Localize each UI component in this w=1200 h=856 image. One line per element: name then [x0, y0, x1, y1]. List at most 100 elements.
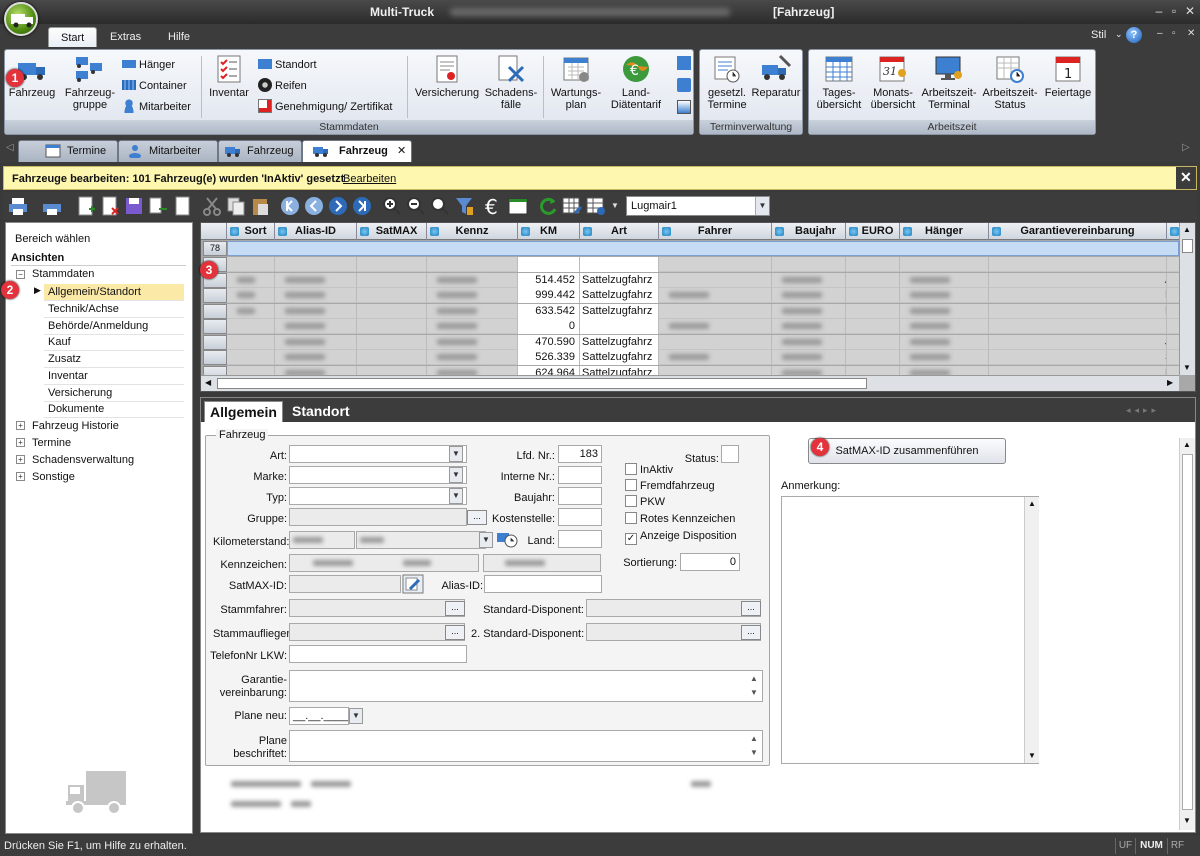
filter-combobox[interactable]: Lugmair1 ▼	[626, 196, 770, 216]
kennzeichen-field[interactable]	[289, 554, 479, 572]
plane-beschriftet-textarea[interactable]	[289, 730, 763, 762]
scroll-down-icon[interactable]: ▼	[1028, 751, 1036, 760]
stammfahrer-field[interactable]	[289, 599, 465, 617]
table-row[interactable]: 470.590Sattelzugfahrz J.	[227, 334, 1179, 350]
row-selector[interactable]	[203, 319, 227, 334]
fahrzeuggruppe-button[interactable]: Fahrzeug- gruppe	[59, 53, 121, 111]
checkbox-box[interactable]	[625, 463, 637, 475]
col-more[interactable]	[1167, 223, 1179, 240]
app-logo-icon[interactable]	[4, 2, 38, 36]
nav-item-kauf[interactable]: Kauf	[44, 334, 184, 351]
search-icon[interactable]	[429, 195, 451, 217]
expand-icon[interactable]: +	[16, 421, 25, 430]
print-icon[interactable]	[7, 195, 29, 217]
col-km[interactable]: KM	[518, 223, 580, 240]
scroll-up-icon[interactable]: ▲	[1028, 499, 1036, 508]
nav-item-dokumente[interactable]: Dokumente	[44, 401, 184, 418]
copy-record-icon[interactable]	[147, 195, 169, 217]
print-preview-icon[interactable]	[41, 195, 63, 217]
scroll-thumb[interactable]	[217, 378, 867, 389]
scroll-thumb[interactable]	[1182, 454, 1193, 810]
euro-icon[interactable]: €	[483, 195, 505, 217]
mitarbeiter-button[interactable]: Mitarbeiter	[122, 98, 191, 116]
versicherung-button[interactable]: Versicherung	[411, 53, 483, 99]
col-euro[interactable]: EURO	[846, 223, 900, 240]
ribbon-tab-start[interactable]: Start	[48, 27, 98, 48]
minimize-button[interactable]: –	[1152, 4, 1166, 18]
checkbox-inaktiv[interactable]: InAktiv	[625, 463, 673, 479]
expand-icon[interactable]: +	[16, 472, 25, 481]
checkbox-box[interactable]	[625, 512, 637, 524]
table-row[interactable]: 0	[227, 319, 1179, 334]
table-row[interactable]: 999.442Sattelzugfahrz R.	[227, 288, 1179, 303]
help-icon[interactable]: ?	[1126, 27, 1142, 43]
monatsuebersicht-button[interactable]: 31 Monats- übersicht	[867, 53, 919, 111]
style-menu[interactable]: Stil	[1091, 29, 1106, 41]
tree-schadensverwaltung[interactable]: Schadensverwaltung	[32, 452, 207, 468]
tree-termine[interactable]: Termine	[32, 435, 207, 451]
textarea-scroll-icon[interactable]: ▲ ▼	[750, 672, 758, 700]
standard-disponent-2-field[interactable]	[586, 623, 761, 641]
small-phone-icon[interactable]	[677, 78, 691, 92]
col-haenger[interactable]: Hänger	[900, 223, 989, 240]
ribbon-restore-icon[interactable]: ▫	[1172, 28, 1176, 39]
scroll-right-icon[interactable]: ▶	[1167, 378, 1173, 387]
grid-filter-row[interactable]	[227, 241, 1179, 256]
standard-disponent-browse-button[interactable]: ...	[741, 601, 761, 616]
genehmigung-button[interactable]: Genehmigung/ Zertifikat	[258, 98, 392, 116]
diaetentarif-button[interactable]: € Land- Diätentarif	[607, 53, 665, 111]
next-record-icon[interactable]	[327, 195, 349, 217]
art-select[interactable]	[289, 445, 467, 463]
marke-select[interactable]	[289, 466, 467, 484]
nav-item-inventar[interactable]: Inventar	[44, 368, 184, 385]
schadensfaelle-button[interactable]: Schadens- fälle	[483, 53, 539, 111]
row-selector[interactable]	[203, 288, 227, 303]
tab-scroll-right-icon[interactable]: ▷	[1182, 142, 1190, 153]
col-fahrer[interactable]: Fahrer	[659, 223, 772, 240]
paste-icon[interactable]	[249, 195, 271, 217]
checkbox-fremdfahrzeug[interactable]: Fremdfahrzeug	[625, 479, 715, 495]
standard-disponent-field[interactable]	[586, 599, 761, 617]
scroll-thumb[interactable]	[1182, 239, 1193, 253]
standard-disponent-2-browse-button[interactable]: ...	[741, 625, 761, 640]
col-satmax[interactable]: SatMAX	[357, 223, 427, 240]
stammauflieger-field[interactable]	[289, 623, 465, 641]
notification-edit-link[interactable]: Bearbeiten	[343, 173, 396, 185]
close-button[interactable]: ✕	[1183, 4, 1197, 18]
scroll-left-icon[interactable]: ◀	[205, 378, 211, 387]
refresh-icon[interactable]	[537, 195, 559, 217]
expand-icon[interactable]: +	[16, 455, 25, 464]
col-sort[interactable]: Sort	[227, 223, 275, 240]
checkbox-anzeige-disposition[interactable]: ✓ Anzeige Disposition	[625, 529, 737, 545]
chevron-down-icon[interactable]: ▼	[449, 446, 463, 462]
nav-item-technik[interactable]: Technik/Achse	[44, 301, 184, 318]
arbeitszeit-status-button[interactable]: Arbeitszeit- Status	[979, 53, 1041, 111]
doc-tab-mitarbeiter[interactable]: Mitarbeiter	[118, 140, 218, 162]
doc-tab-termine[interactable]: Termine	[18, 140, 118, 162]
tab-scroll-left-icon[interactable]: ◁	[6, 142, 14, 153]
chevron-down-icon[interactable]: ▼	[755, 197, 769, 215]
row-selector[interactable]	[203, 350, 227, 365]
delete-record-icon[interactable]	[99, 195, 121, 217]
reparatur-button[interactable]: Reparatur	[750, 53, 802, 99]
nav-item-versicherung[interactable]: Versicherung	[44, 385, 184, 402]
chevron-down-icon[interactable]: ⌄	[1115, 29, 1123, 40]
stammfahrer-browse-button[interactable]: ...	[445, 601, 465, 616]
typ-select[interactable]	[289, 487, 467, 505]
tab-standort[interactable]: Standort	[287, 401, 355, 422]
checkbox-pkw[interactable]: PKW	[625, 495, 665, 511]
telefon-field[interactable]	[289, 645, 467, 663]
reifen-button[interactable]: Reifen	[258, 77, 307, 95]
tree-fahrzeug-historie[interactable]: Fahrzeug Historie	[32, 418, 207, 434]
col-alias-id[interactable]: Alias-ID	[275, 223, 357, 240]
col-garantie[interactable]: Garantievereinbarung	[989, 223, 1167, 240]
scroll-up-icon[interactable]: ▲	[1183, 440, 1191, 449]
satmax-id-field[interactable]	[289, 575, 401, 593]
stammauflieger-browse-button[interactable]: ...	[445, 625, 465, 640]
baujahr-field[interactable]	[558, 487, 602, 505]
checkbox-box[interactable]	[625, 495, 637, 507]
filter-icon[interactable]	[453, 195, 475, 217]
first-record-icon[interactable]	[279, 195, 301, 217]
scroll-down-icon[interactable]: ▼	[1183, 816, 1191, 825]
feiertage-button[interactable]: 1 Feiertage	[1041, 53, 1095, 99]
